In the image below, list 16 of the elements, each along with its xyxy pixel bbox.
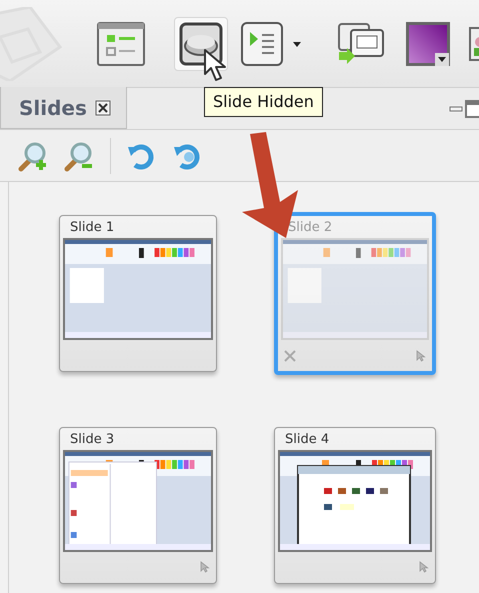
slide-title: Slide 2 (287, 219, 334, 237)
slide-card[interactable]: Slide 4 (274, 426, 436, 584)
slide-title: Slide 4 (284, 430, 330, 448)
slide-title: Slide 3 (69, 430, 116, 448)
hide-slide-button[interactable] (174, 16, 228, 70)
maximize-icon[interactable] (465, 100, 479, 118)
zoom-in-icon[interactable] (18, 140, 48, 172)
close-icon[interactable] (94, 100, 111, 116)
minimize-icon[interactable] (449, 106, 463, 112)
zoom-out-icon[interactable] (64, 140, 94, 172)
slide-title: Slide 1 (69, 219, 116, 237)
slide-card[interactable]: Slide 3 (59, 426, 217, 584)
panel-tab[interactable]: Slides (0, 87, 127, 129)
mouse-pointer-icon (203, 48, 229, 82)
slide-card[interactable]: Slide 1 (59, 215, 217, 372)
tooltip: Slide Hidden (204, 87, 323, 117)
